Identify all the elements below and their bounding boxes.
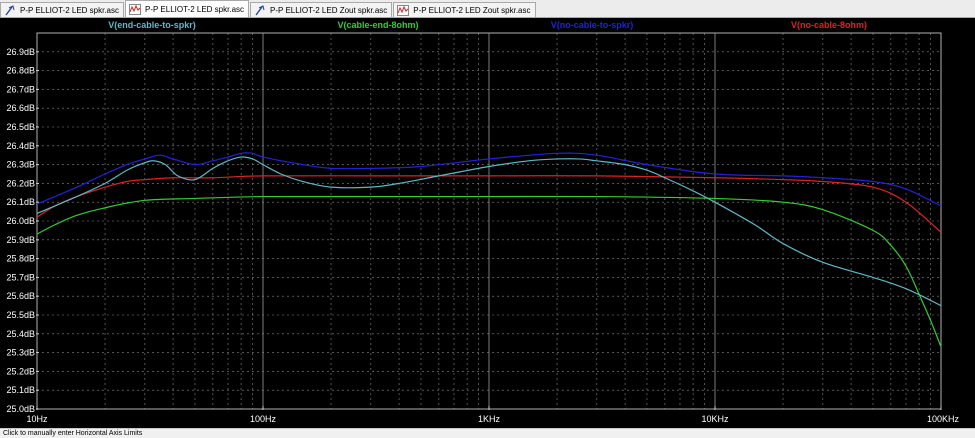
tab-label: P-P ELLIOT-2 LED Zout spkr.asc bbox=[270, 5, 388, 15]
y-tick-label: 25.8dB bbox=[6, 254, 35, 264]
x-tick-label: 100Hz bbox=[250, 414, 277, 424]
y-tick-label: 26.9dB bbox=[6, 47, 35, 57]
y-tick-label: 26.6dB bbox=[6, 103, 35, 113]
tab-label: P-P ELLIOT-2 LED spkr.asc bbox=[145, 4, 245, 14]
y-tick-label: 25.6dB bbox=[6, 291, 35, 301]
y-tick-label: 26.0dB bbox=[6, 216, 35, 226]
x-tick-label: 10Hz bbox=[26, 414, 48, 424]
y-tick-label: 26.1dB bbox=[6, 197, 35, 207]
x-tick-label: 1KHz bbox=[478, 414, 501, 424]
y-tick-label: 25.5dB bbox=[6, 310, 35, 320]
status-bar: Click to manually enter Horizontal Axis … bbox=[0, 428, 975, 438]
y-tick-label: 25.9dB bbox=[6, 235, 35, 245]
waveform-icon bbox=[397, 4, 410, 16]
schematic-icon bbox=[255, 4, 265, 15]
schematic-icon bbox=[5, 4, 15, 15]
trace-label-3[interactable]: V(no-cable-to-spkr) bbox=[551, 20, 634, 30]
y-tick-label: 25.7dB bbox=[6, 272, 35, 282]
tab-4[interactable]: P-P ELLIOT-2 LED Zout spkr.asc bbox=[393, 2, 536, 17]
tab-3[interactable]: P-P ELLIOT-2 LED Zout spkr.asc bbox=[250, 2, 393, 17]
bode-plot-chart: 25.0dB 25.1dB 25.2dB 25.3dB 25.4dB 25.5dB 25.6… bbox=[6, 20, 960, 424]
tab-label: P-P ELLIOT-2 LED Zout spkr.asc bbox=[413, 5, 531, 15]
y-tick-label: 26.8dB bbox=[6, 66, 35, 76]
y-tick-label: 25.3dB bbox=[6, 348, 35, 358]
trace-label-4[interactable]: V(no-cable-8ohm) bbox=[791, 20, 867, 30]
y-tick-label: 26.7dB bbox=[6, 84, 35, 94]
status-text: Click to manually enter Horizontal Axis … bbox=[3, 430, 143, 437]
y-tick-label: 26.3dB bbox=[6, 160, 35, 170]
y-tick-label: 25.4dB bbox=[6, 329, 35, 339]
trace-label-2[interactable]: V(cable-end-8ohm) bbox=[337, 20, 418, 30]
grid-lines bbox=[36, 32, 941, 410]
y-tick-label: 26.5dB bbox=[6, 122, 35, 132]
y-tick-label: 26.2dB bbox=[6, 178, 35, 188]
y-tick-label: 26.4dB bbox=[6, 141, 35, 151]
tab-label: P-P ELLIOT-2 LED spkr.asc bbox=[20, 5, 120, 15]
tab-2[interactable]: P-P ELLIOT-2 LED spkr.asc bbox=[125, 0, 250, 17]
x-tick-label: 10KHz bbox=[701, 414, 729, 424]
y-tick-label: 25.1dB bbox=[6, 385, 35, 395]
waveform-plot-pane[interactable]: 25.0dB 25.1dB 25.2dB 25.3dB 25.4dB 25.5dB 25.6… bbox=[0, 18, 975, 428]
y-tick-label: 25.2dB bbox=[6, 366, 35, 376]
y-tick-label: 25.0dB bbox=[6, 404, 35, 414]
x-tick-label: 100KHz bbox=[927, 414, 960, 424]
document-tab-bar: P-P ELLIOT-2 LED spkr.asc P-P ELLIOT-2 LE… bbox=[0, 0, 975, 18]
trace-label-1[interactable]: V(end-cable-to-spkr) bbox=[108, 20, 196, 30]
waveform-icon bbox=[129, 3, 142, 15]
tab-1[interactable]: P-P ELLIOT-2 LED spkr.asc bbox=[0, 2, 125, 17]
